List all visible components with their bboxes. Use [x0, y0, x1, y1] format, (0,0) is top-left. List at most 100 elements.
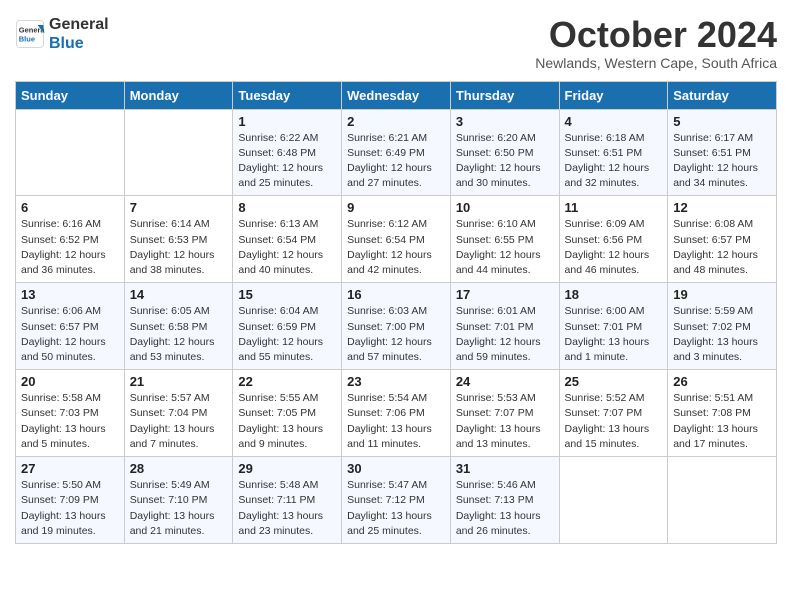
day-number: 14 — [130, 287, 228, 302]
day-info: Sunrise: 5:59 AM Sunset: 7:02 PM Dayligh… — [673, 304, 771, 365]
day-number: 2 — [347, 114, 445, 129]
calendar-cell — [668, 457, 777, 544]
day-number: 5 — [673, 114, 771, 129]
svg-text:Blue: Blue — [19, 35, 35, 44]
calendar-cell — [559, 457, 668, 544]
calendar-week-row: 27 Sunrise: 5:50 AM Sunset: 7:09 PM Dayli… — [16, 457, 777, 544]
day-number: 30 — [347, 461, 445, 476]
day-number: 13 — [21, 287, 119, 302]
day-info: Sunrise: 6:04 AM Sunset: 6:59 PM Dayligh… — [238, 304, 336, 365]
calendar-cell: 26Sunrise: 5:51 AM Sunset: 7:08 PM Dayli… — [668, 370, 777, 457]
calendar-cell: 24 Sunrise: 5:53 AM Sunset: 7:07 PM Dayli… — [450, 370, 559, 457]
day-number: 1 — [238, 114, 336, 129]
column-header-saturday: Saturday — [668, 81, 777, 109]
day-info: Sunrise: 5:46 AM Sunset: 7:13 PM Dayligh… — [456, 478, 554, 539]
calendar-cell: 7 Sunrise: 6:14 AM Sunset: 6:53 PM Daylig… — [124, 196, 233, 283]
calendar-cell: 29 Sunrise: 5:48 AM Sunset: 7:11 PM Dayli… — [233, 457, 342, 544]
day-info: Sunrise: 5:52 AM Sunset: 7:07 PM Dayligh… — [565, 391, 663, 452]
day-number: 4 — [565, 114, 663, 129]
title-block: October 2024 Newlands, Western Cape, Sou… — [535, 15, 777, 71]
day-number: 17 — [456, 287, 554, 302]
day-number: 7 — [130, 200, 228, 215]
calendar-cell: 31 Sunrise: 5:46 AM Sunset: 7:13 PM Dayli… — [450, 457, 559, 544]
calendar-table: SundayMondayTuesdayWednesdayThursdayFrid… — [15, 81, 777, 544]
day-number: 29 — [238, 461, 336, 476]
month-title: October 2024 — [535, 15, 777, 55]
calendar-cell: 8Sunrise: 6:13 AM Sunset: 6:54 PM Daylig… — [233, 196, 342, 283]
calendar-cell: 5 Sunrise: 6:17 AM Sunset: 6:51 PM Daylig… — [668, 109, 777, 196]
calendar-cell: 3 Sunrise: 6:20 AM Sunset: 6:50 PM Daylig… — [450, 109, 559, 196]
calendar-cell: 20 Sunrise: 5:58 AM Sunset: 7:03 PM Dayli… — [16, 370, 125, 457]
day-info: Sunrise: 6:17 AM Sunset: 6:51 PM Dayligh… — [673, 131, 771, 192]
calendar-cell: 12 Sunrise: 6:08 AM Sunset: 6:57 PM Dayli… — [668, 196, 777, 283]
calendar-cell: 10 Sunrise: 6:10 AM Sunset: 6:55 PM Dayli… — [450, 196, 559, 283]
day-info: Sunrise: 5:57 AM Sunset: 7:04 PM Dayligh… — [130, 391, 228, 452]
day-info: Sunrise: 6:20 AM Sunset: 6:50 PM Dayligh… — [456, 131, 554, 192]
calendar-cell: 2Sunrise: 6:21 AM Sunset: 6:49 PM Daylig… — [342, 109, 451, 196]
calendar-week-row: 20 Sunrise: 5:58 AM Sunset: 7:03 PM Dayli… — [16, 370, 777, 457]
day-info: Sunrise: 5:49 AM Sunset: 7:10 PM Dayligh… — [130, 478, 228, 539]
column-header-tuesday: Tuesday — [233, 81, 342, 109]
column-header-sunday: Sunday — [16, 81, 125, 109]
day-number: 10 — [456, 200, 554, 215]
day-info: Sunrise: 5:54 AM Sunset: 7:06 PM Dayligh… — [347, 391, 445, 452]
day-info: Sunrise: 6:10 AM Sunset: 6:55 PM Dayligh… — [456, 217, 554, 278]
calendar-cell: 25Sunrise: 5:52 AM Sunset: 7:07 PM Dayli… — [559, 370, 668, 457]
day-info: Sunrise: 6:05 AM Sunset: 6:58 PM Dayligh… — [130, 304, 228, 365]
calendar-cell: 21 Sunrise: 5:57 AM Sunset: 7:04 PM Dayli… — [124, 370, 233, 457]
day-info: Sunrise: 5:53 AM Sunset: 7:07 PM Dayligh… — [456, 391, 554, 452]
day-number: 21 — [130, 374, 228, 389]
calendar-week-row: 6 Sunrise: 6:16 AM Sunset: 6:52 PM Daylig… — [16, 196, 777, 283]
day-number: 16 — [347, 287, 445, 302]
day-number: 9 — [347, 200, 445, 215]
day-info: Sunrise: 6:16 AM Sunset: 6:52 PM Dayligh… — [21, 217, 119, 278]
day-number: 23 — [347, 374, 445, 389]
day-number: 20 — [21, 374, 119, 389]
calendar-cell: 22Sunrise: 5:55 AM Sunset: 7:05 PM Dayli… — [233, 370, 342, 457]
day-info: Sunrise: 6:03 AM Sunset: 7:00 PM Dayligh… — [347, 304, 445, 365]
calendar-cell: 14 Sunrise: 6:05 AM Sunset: 6:58 PM Dayli… — [124, 283, 233, 370]
day-info: Sunrise: 6:00 AM Sunset: 7:01 PM Dayligh… — [565, 304, 663, 365]
day-info: Sunrise: 5:58 AM Sunset: 7:03 PM Dayligh… — [21, 391, 119, 452]
calendar-week-row: 13 Sunrise: 6:06 AM Sunset: 6:57 PM Dayli… — [16, 283, 777, 370]
column-header-thursday: Thursday — [450, 81, 559, 109]
day-number: 31 — [456, 461, 554, 476]
day-info: Sunrise: 6:09 AM Sunset: 6:56 PM Dayligh… — [565, 217, 663, 278]
calendar-cell: 30Sunrise: 5:47 AM Sunset: 7:12 PM Dayli… — [342, 457, 451, 544]
day-info: Sunrise: 5:50 AM Sunset: 7:09 PM Dayligh… — [21, 478, 119, 539]
calendar-cell: 18 Sunrise: 6:00 AM Sunset: 7:01 PM Dayli… — [559, 283, 668, 370]
calendar-cell: 13 Sunrise: 6:06 AM Sunset: 6:57 PM Dayli… — [16, 283, 125, 370]
calendar-cell: 19 Sunrise: 5:59 AM Sunset: 7:02 PM Dayli… — [668, 283, 777, 370]
calendar-cell: 11Sunrise: 6:09 AM Sunset: 6:56 PM Dayli… — [559, 196, 668, 283]
day-number: 12 — [673, 200, 771, 215]
day-number: 6 — [21, 200, 119, 215]
day-info: Sunrise: 6:22 AM Sunset: 6:48 PM Dayligh… — [238, 131, 336, 192]
column-header-friday: Friday — [559, 81, 668, 109]
column-header-monday: Monday — [124, 81, 233, 109]
day-info: Sunrise: 6:18 AM Sunset: 6:51 PM Dayligh… — [565, 131, 663, 192]
page-header: General Blue General Blue October 2024 N… — [15, 15, 777, 71]
day-number: 24 — [456, 374, 554, 389]
day-number: 15 — [238, 287, 336, 302]
calendar-cell — [124, 109, 233, 196]
day-info: Sunrise: 5:55 AM Sunset: 7:05 PM Dayligh… — [238, 391, 336, 452]
day-info: Sunrise: 6:06 AM Sunset: 6:57 PM Dayligh… — [21, 304, 119, 365]
calendar-cell: 28Sunrise: 5:49 AM Sunset: 7:10 PM Dayli… — [124, 457, 233, 544]
day-info: Sunrise: 6:14 AM Sunset: 6:53 PM Dayligh… — [130, 217, 228, 278]
day-number: 27 — [21, 461, 119, 476]
day-info: Sunrise: 6:12 AM Sunset: 6:54 PM Dayligh… — [347, 217, 445, 278]
day-info: Sunrise: 5:48 AM Sunset: 7:11 PM Dayligh… — [238, 478, 336, 539]
calendar-cell — [16, 109, 125, 196]
calendar-cell: 1 Sunrise: 6:22 AM Sunset: 6:48 PM Daylig… — [233, 109, 342, 196]
logo-text-general: General — [49, 15, 109, 34]
day-number: 18 — [565, 287, 663, 302]
day-info: Sunrise: 6:01 AM Sunset: 7:01 PM Dayligh… — [456, 304, 554, 365]
day-number: 19 — [673, 287, 771, 302]
calendar-cell: 4 Sunrise: 6:18 AM Sunset: 6:51 PM Daylig… — [559, 109, 668, 196]
day-info: Sunrise: 5:51 AM Sunset: 7:08 PM Dayligh… — [673, 391, 771, 452]
day-number: 3 — [456, 114, 554, 129]
logo: General Blue General Blue — [15, 15, 109, 53]
day-info: Sunrise: 6:08 AM Sunset: 6:57 PM Dayligh… — [673, 217, 771, 278]
logo-text-blue: Blue — [49, 34, 109, 53]
day-info: Sunrise: 6:13 AM Sunset: 6:54 PM Dayligh… — [238, 217, 336, 278]
